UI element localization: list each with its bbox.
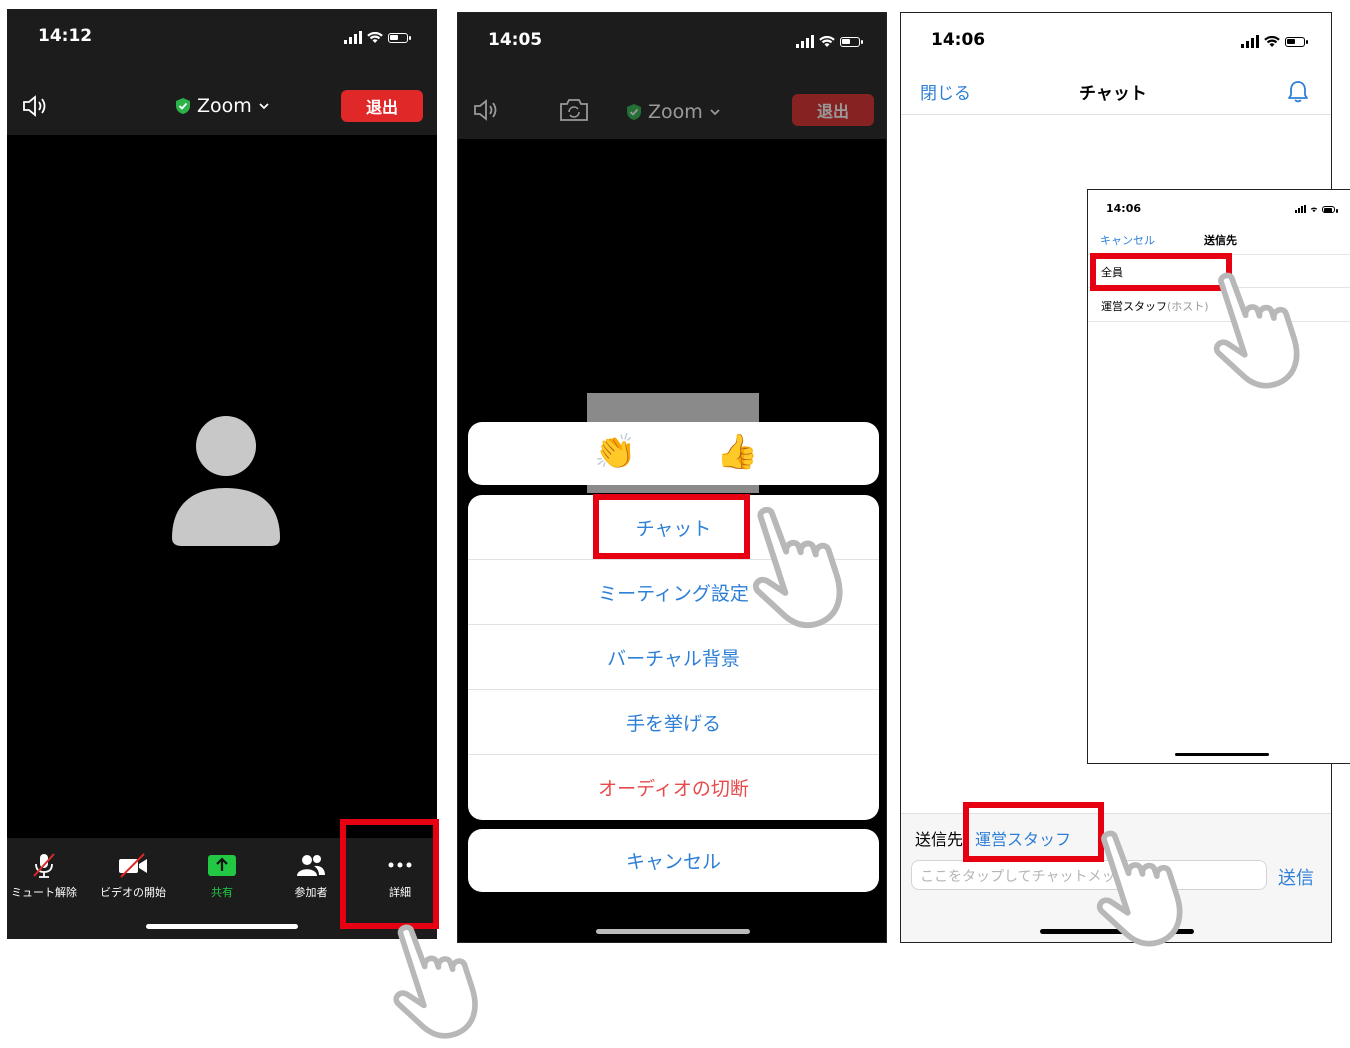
status-icons (344, 31, 411, 44)
cancel-sheet: キャンセル (468, 829, 879, 892)
wifi-icon (1310, 207, 1318, 213)
wifi-icon (367, 31, 383, 43)
avatar-placeholder-icon (172, 416, 280, 546)
reaction-sheet: 👏 👍 (468, 422, 879, 485)
highlight-chat-item (593, 494, 750, 559)
status-time: 14:12 (38, 26, 93, 46)
meeting-title[interactable]: Zoom (175, 95, 270, 117)
meeting-title[interactable]: Zoom (626, 101, 721, 123)
bell-icon[interactable] (1287, 79, 1309, 103)
shield-check-icon (176, 98, 190, 114)
participants-icon (297, 855, 325, 876)
cancel-button[interactable]: キャンセル (1100, 232, 1155, 248)
battery-icon (388, 32, 411, 43)
chat-title: チャット (1079, 84, 1147, 104)
status-time: 14:06 (1106, 202, 1142, 215)
highlight-more-button (340, 819, 439, 929)
meeting-screen: 14:12 Zoom 退出 ミュート解除 ビデオの開始 共有 参加者 詳細 (7, 9, 437, 939)
participants-button[interactable]: 参加者 (271, 852, 351, 900)
unmute-label: ミュート解除 (11, 886, 77, 899)
thumbs-up-reaction-button[interactable]: 👍 (716, 432, 758, 472)
camera-switch-icon[interactable] (558, 97, 590, 123)
home-indicator (596, 929, 750, 934)
share-arrow-icon (208, 855, 236, 876)
signal-icon (796, 35, 814, 48)
home-indicator (1175, 753, 1269, 756)
close-button[interactable]: 閉じる (920, 79, 971, 104)
speaker-icon[interactable] (472, 99, 500, 121)
pointer-hand-icon (728, 500, 864, 636)
send-to-label: 送信先 (915, 830, 964, 849)
pointer-hand-icon (1068, 824, 1208, 954)
start-video-label: ビデオの開始 (100, 886, 166, 899)
battery-icon (840, 36, 863, 47)
leave-button[interactable]: 退出 (341, 90, 423, 122)
start-video-button[interactable]: ビデオの開始 (93, 852, 173, 900)
option-staff-name: 運営スタッフ (1101, 300, 1167, 313)
pointer-hand-icon (366, 918, 502, 1046)
status-icons (796, 35, 863, 48)
shield-check-icon (627, 104, 641, 120)
video-off-icon (119, 853, 147, 878)
cancel-button[interactable]: キャンセル (468, 829, 879, 892)
send-button[interactable]: 送信 (1278, 864, 1314, 890)
share-button[interactable]: 共有 (182, 852, 262, 900)
signal-icon (344, 31, 362, 44)
status-icons (1295, 205, 1338, 213)
menu-item-raise-hand[interactable]: 手を挙げる (468, 690, 879, 755)
clap-reaction-button[interactable]: 👏 (594, 432, 636, 472)
menu-item-disconnect-audio[interactable]: オーディオの切断 (468, 755, 879, 820)
picker-title: 送信先 (1204, 234, 1237, 247)
battery-icon (1322, 205, 1338, 213)
status-time: 14:05 (488, 30, 543, 50)
leave-button[interactable]: 退出 (792, 94, 874, 126)
pointer-hand-icon (1185, 266, 1325, 396)
menu-screen: 14:05 Zoom 退出 👏 👍 チャット ミーティング設定 バーチャル背景 … (457, 12, 887, 943)
meeting-title-text: Zoom (197, 95, 252, 117)
unmute-button[interactable]: ミュート解除 (7, 852, 84, 900)
home-indicator (146, 924, 298, 929)
signal-icon (1241, 35, 1259, 48)
wifi-icon (819, 35, 835, 47)
wifi-icon (1264, 35, 1280, 47)
status-time: 14:06 (931, 30, 986, 50)
signal-icon (1295, 205, 1306, 213)
participants-label: 参加者 (294, 886, 328, 899)
speaker-icon[interactable] (21, 95, 49, 117)
battery-icon (1285, 36, 1308, 47)
mic-muted-icon (33, 853, 55, 878)
header-divider (901, 114, 1331, 115)
chevron-down-icon (710, 109, 720, 116)
share-label: 共有 (211, 886, 233, 899)
chevron-down-icon (259, 103, 269, 110)
status-icons (1241, 35, 1308, 48)
meeting-title-text: Zoom (648, 101, 703, 123)
